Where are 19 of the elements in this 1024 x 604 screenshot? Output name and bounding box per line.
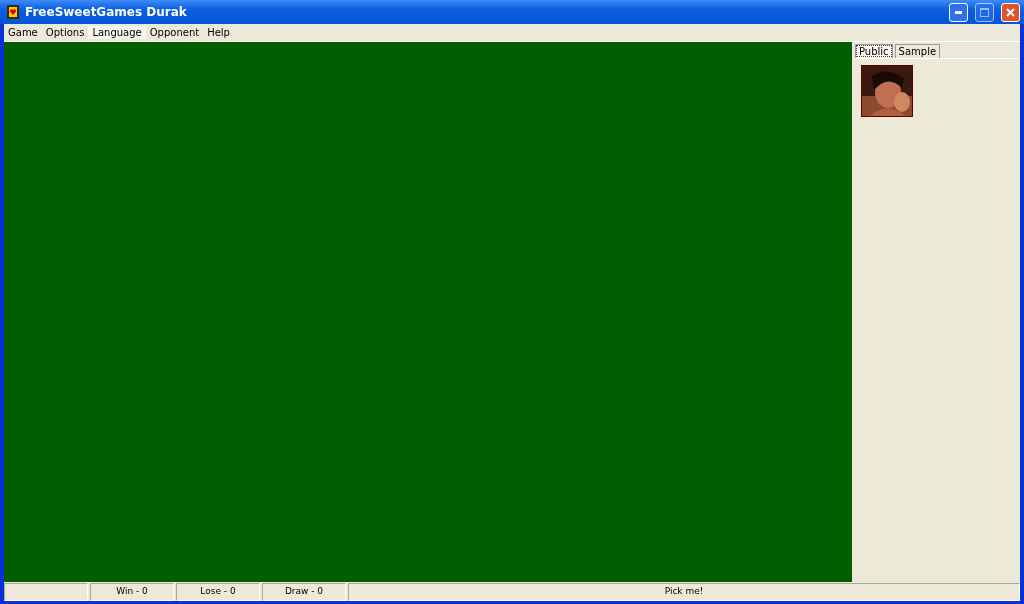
window-title: FreeSweetGames Durak bbox=[25, 5, 188, 19]
menu-item[interactable]: Game bbox=[4, 26, 42, 39]
app-icon bbox=[6, 5, 20, 19]
status-text: Win - 0 bbox=[90, 583, 174, 601]
maximize-button[interactable] bbox=[975, 2, 994, 22]
status-text: Lose - 0 bbox=[176, 583, 260, 601]
maximize-icon bbox=[980, 7, 989, 17]
menu-item[interactable]: Opponent bbox=[145, 26, 204, 39]
status-text: Pick me! bbox=[348, 583, 1020, 601]
minimize-icon bbox=[955, 10, 962, 14]
status-text: Draw - 0 bbox=[262, 583, 346, 601]
menu-item[interactable]: Options bbox=[41, 26, 89, 39]
close-button[interactable] bbox=[1001, 2, 1020, 22]
minimize-button[interactable] bbox=[949, 2, 968, 22]
close-icon bbox=[1006, 7, 1015, 17]
menu-item[interactable]: Help bbox=[203, 26, 234, 39]
tab[interactable]: Sample bbox=[894, 44, 941, 58]
menu-item[interactable]: Language bbox=[88, 26, 146, 39]
tab[interactable]: Public bbox=[855, 44, 893, 58]
